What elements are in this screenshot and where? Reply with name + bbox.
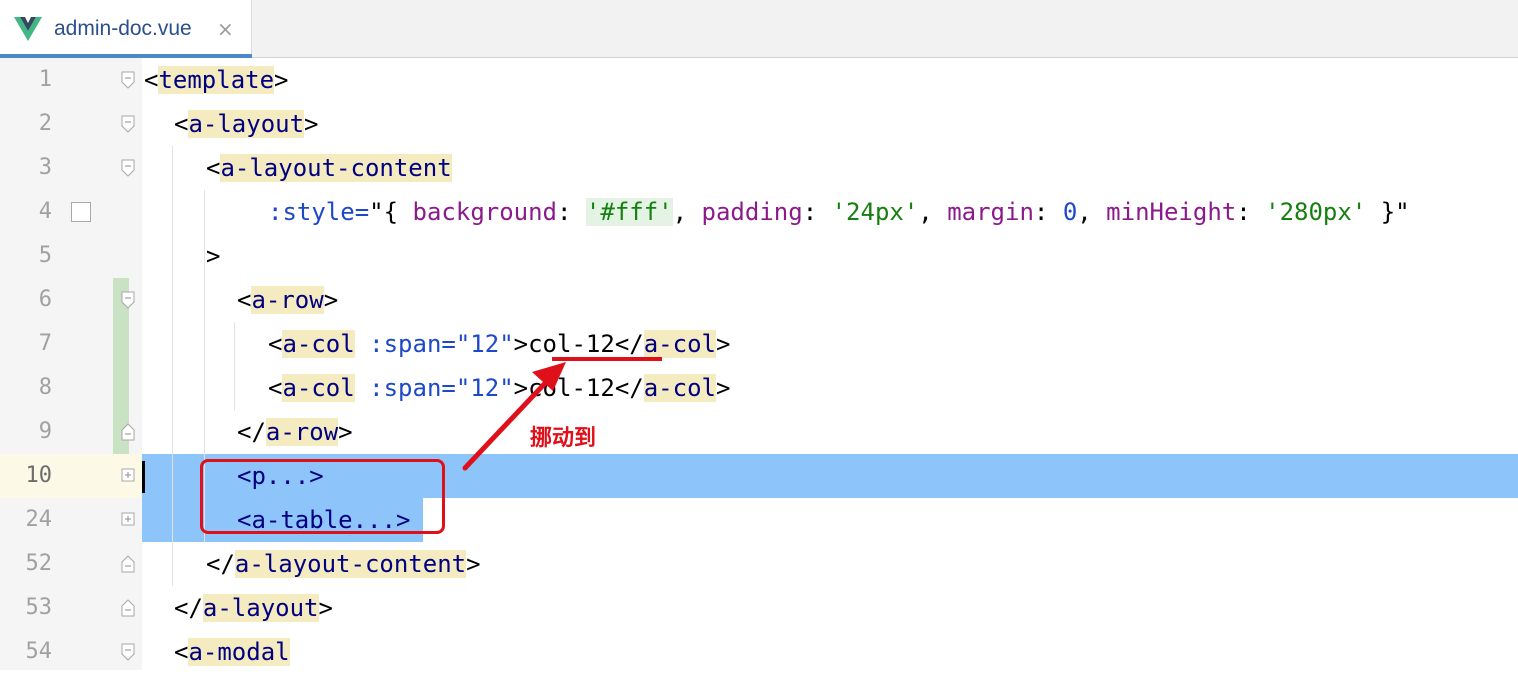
code-line: 4 :style="{ background: '#fff', padding:…: [0, 190, 1518, 234]
code-text: <a-modal: [174, 638, 290, 666]
fold-collapse-icon[interactable]: [121, 71, 135, 89]
bookmark-checkbox[interactable]: [71, 202, 91, 222]
line-number: 8: [38, 375, 52, 400]
close-icon[interactable]: ×: [217, 17, 234, 41]
code-text: <template>: [144, 66, 289, 94]
annotation-label: 挪动到: [530, 426, 597, 451]
line-number: 9: [38, 419, 52, 444]
code-line: 8 <a-col :span="12">col-12</a-col>: [0, 366, 1518, 410]
editor-tab-bar: admin-doc.vue ×: [0, 0, 1518, 58]
line-number: 24: [25, 507, 53, 532]
code-line: 2 <a-layout>: [0, 102, 1518, 146]
code-line: 5 >: [0, 234, 1518, 278]
fold-end-icon[interactable]: [121, 423, 135, 441]
code-line: 52 </a-layout-content>: [0, 542, 1518, 586]
line-number: 53: [25, 595, 53, 620]
annotation-highlight-box: [200, 459, 445, 534]
line-number: 6: [38, 287, 52, 312]
file-tab[interactable]: admin-doc.vue ×: [0, 0, 252, 58]
code-line: 1 <template>: [0, 58, 1518, 102]
code-line: 9 </a-row>: [0, 410, 1518, 454]
code-text: </a-layout-content>: [206, 550, 481, 578]
line-number: 52: [25, 551, 53, 576]
code-line: 54 <a-modal: [0, 630, 1518, 674]
code-line: 7 <a-col :span="12">col-12</a-col>: [0, 322, 1518, 366]
line-number: 7: [38, 331, 52, 356]
code-text: <a-layout-content: [206, 154, 452, 182]
fold-collapse-icon[interactable]: [121, 643, 135, 661]
code-text: :style="{ background: '#fff', padding: '…: [268, 198, 1410, 226]
code-line: 3 <a-layout-content: [0, 146, 1518, 190]
fold-collapse-icon[interactable]: [121, 115, 135, 133]
line-number: 10: [25, 463, 53, 488]
vue-logo-icon: [14, 17, 42, 41]
line-number: 5: [38, 243, 52, 268]
code-text: <a-layout>: [174, 110, 319, 138]
fold-collapse-icon[interactable]: [121, 291, 135, 309]
file-tab-label: admin-doc.vue: [54, 17, 192, 40]
fold-end-icon[interactable]: [121, 555, 135, 573]
code-text: >: [206, 242, 221, 270]
fold-collapse-icon[interactable]: [121, 159, 135, 177]
line-number: 2: [38, 111, 52, 136]
code-line: 6 <a-row>: [0, 278, 1518, 322]
code-text: </a-row>: [237, 418, 353, 446]
fold-expand-icon[interactable]: [121, 468, 135, 486]
line-number: 1: [38, 67, 52, 92]
line-number: 4: [38, 199, 52, 224]
col-12-target-text: col-12: [528, 330, 615, 358]
code-text: <a-col :span="12">col-12</a-col>: [268, 374, 731, 402]
text-caret: [142, 461, 145, 493]
code-text: <a-row>: [237, 286, 339, 314]
fold-end-icon[interactable]: [121, 599, 135, 617]
line-number: 54: [25, 639, 53, 664]
fold-expand-icon[interactable]: [121, 512, 135, 530]
code-text: <a-col :span="12">col-12</a-col>: [268, 330, 731, 358]
code-line: 53 </a-layout>: [0, 586, 1518, 630]
line-number: 3: [38, 155, 52, 180]
code-text: </a-layout>: [174, 594, 333, 622]
